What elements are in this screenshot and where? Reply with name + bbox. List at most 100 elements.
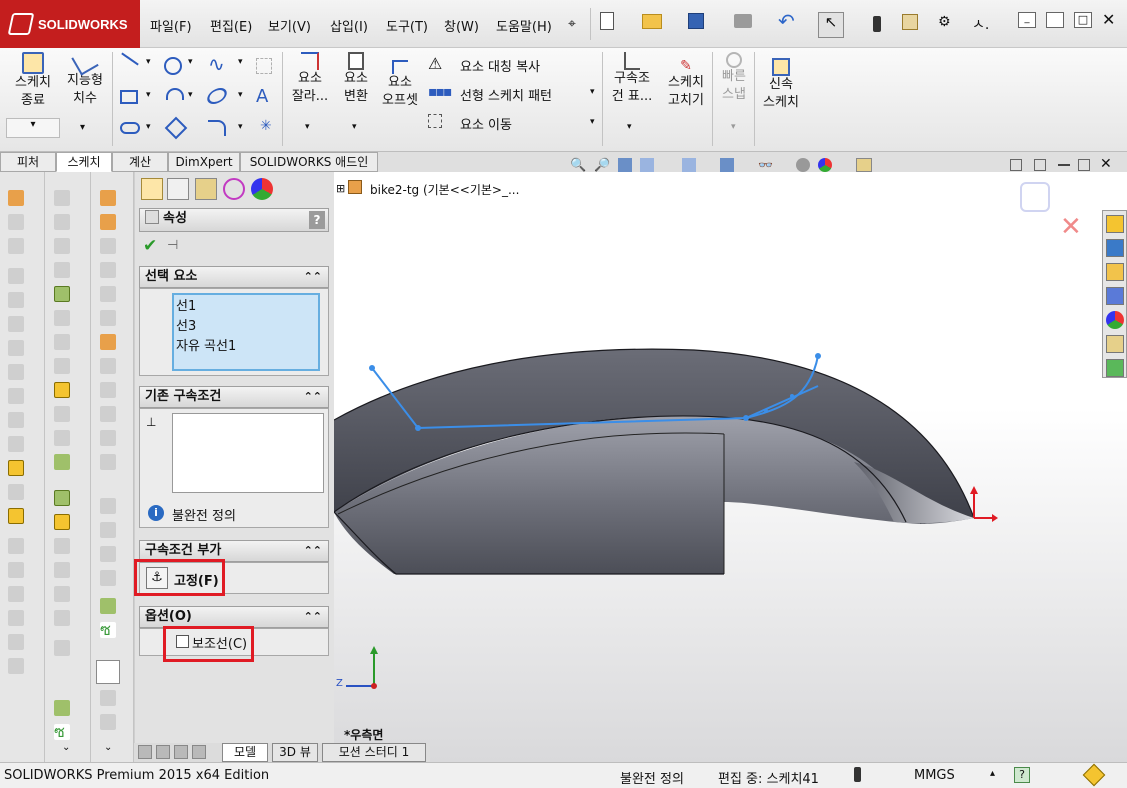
intersect-icon[interactable] bbox=[100, 498, 116, 514]
help-button[interactable]: ? bbox=[309, 211, 325, 229]
sweep-boss-icon[interactable] bbox=[100, 238, 116, 254]
instant3d-icon[interactable] bbox=[8, 562, 24, 578]
boundary-boss-icon[interactable] bbox=[100, 286, 116, 302]
cut-loft-icon[interactable] bbox=[100, 382, 116, 398]
linear-pattern-dropdown[interactable]: ▾ bbox=[590, 87, 595, 97]
list-item[interactable]: 자유 곡선1 bbox=[176, 337, 316, 357]
menu-file[interactable]: 파일(F) bbox=[150, 16, 192, 35]
cut-extrude-icon[interactable] bbox=[100, 310, 116, 326]
hole-wizard-icon[interactable] bbox=[100, 430, 116, 446]
offset-surface-icon[interactable] bbox=[54, 358, 70, 374]
boss-icon[interactable] bbox=[100, 190, 116, 206]
undo-icon[interactable]: ↶ bbox=[778, 9, 795, 33]
save-icon[interactable] bbox=[688, 13, 704, 29]
tab-evaluate[interactable]: 계산 bbox=[112, 152, 168, 172]
arc-dropdown[interactable]: ▾ bbox=[188, 90, 193, 100]
rectangle-dropdown[interactable]: ▾ bbox=[146, 90, 151, 100]
menu-view[interactable]: 보기(V) bbox=[268, 16, 311, 35]
hide-show-icon[interactable]: 👓 bbox=[758, 158, 773, 172]
close-icon[interactable]: ✕ bbox=[1102, 10, 1115, 29]
surface-fill-icon[interactable] bbox=[54, 454, 70, 470]
boundary-surface-icon[interactable] bbox=[54, 286, 70, 302]
list-item[interactable]: 선3 bbox=[176, 317, 316, 337]
fillet-dropdown[interactable]: ▾ bbox=[238, 122, 243, 132]
menu-insert[interactable]: 삽입(I) bbox=[330, 16, 368, 35]
tab-addins[interactable]: SOLIDWORKS 애드인 bbox=[240, 152, 378, 172]
extrude-icon[interactable] bbox=[8, 190, 24, 206]
tab-sketch[interactable]: 스케치 bbox=[56, 152, 112, 172]
fillet-feature-icon[interactable] bbox=[8, 340, 24, 356]
convert-dropdown[interactable]: ▾ bbox=[352, 122, 357, 132]
center-of-mass-icon[interactable] bbox=[54, 610, 70, 626]
ellipse-dropdown[interactable]: ▾ bbox=[238, 90, 243, 100]
mass-properties-icon[interactable] bbox=[8, 634, 24, 650]
menu-edit[interactable]: 편집(E) bbox=[210, 16, 252, 35]
slot-dropdown[interactable]: ▾ bbox=[146, 122, 151, 132]
knit-surface-icon[interactable] bbox=[54, 382, 70, 398]
trim-surface-icon[interactable] bbox=[54, 430, 70, 446]
line-dropdown[interactable]: ▾ bbox=[146, 57, 151, 67]
section-icon[interactable] bbox=[8, 586, 24, 602]
section-view-icon[interactable] bbox=[640, 158, 654, 172]
view-cube-button[interactable] bbox=[96, 660, 120, 684]
boundary-icon[interactable] bbox=[8, 292, 24, 308]
tab-motion-study[interactable]: 모션 스터디 1 bbox=[322, 743, 426, 762]
new-document-icon[interactable] bbox=[600, 12, 614, 30]
point-icon[interactable]: ✳ bbox=[260, 118, 272, 134]
edit-appearance-icon[interactable] bbox=[796, 158, 810, 172]
split-icon[interactable] bbox=[100, 546, 116, 562]
draft-icon[interactable] bbox=[8, 436, 24, 452]
helix-icon[interactable]: ซ bbox=[100, 622, 116, 638]
display-relations-button[interactable]: 구속조 건 표... bbox=[608, 52, 656, 106]
trim-dropdown[interactable]: ▾ bbox=[305, 122, 310, 132]
sketch-icon[interactable] bbox=[8, 460, 24, 476]
thicken-icon[interactable] bbox=[54, 406, 70, 422]
selected-entities-list[interactable]: 선1 선3 자유 곡선1 bbox=[172, 293, 320, 371]
exit-sketch-button[interactable]: 스케치 종료 bbox=[8, 52, 58, 110]
doc-tile-icon[interactable] bbox=[1010, 159, 1022, 171]
collapse-chevron-icon[interactable]: ⌃⌃ bbox=[304, 541, 322, 561]
zoom-to-fit-icon[interactable]: 🔍 bbox=[570, 158, 586, 173]
line-icon[interactable] bbox=[121, 52, 139, 66]
select-cursor-icon[interactable]: ↖ bbox=[818, 12, 844, 38]
collapse-chevron-icon[interactable]: ⌃⌃ bbox=[304, 267, 322, 287]
col2-expand-icon[interactable]: ⌄ bbox=[62, 742, 70, 753]
more-options-icon[interactable]: ㅅ. bbox=[972, 14, 989, 34]
linear-pattern-button[interactable]: 선형 스케치 패턴 bbox=[460, 85, 552, 104]
doc-tile2-icon[interactable] bbox=[1034, 159, 1046, 171]
rectangle-icon[interactable] bbox=[120, 90, 138, 104]
reference-geometry-icon[interactable] bbox=[8, 508, 24, 524]
trim-entities-button[interactable]: 요소 잘라... bbox=[290, 52, 330, 106]
zoom-area-icon[interactable]: 🔎 bbox=[594, 158, 610, 173]
restore-icon[interactable] bbox=[1046, 12, 1064, 28]
smart-dimension-dropdown[interactable]: ▾ bbox=[80, 122, 85, 133]
circle-dropdown[interactable]: ▾ bbox=[188, 57, 193, 67]
revolve-icon[interactable] bbox=[8, 214, 24, 230]
tab-scroll-last-icon[interactable] bbox=[192, 745, 206, 759]
sketch-exit-dropdown[interactable]: ▾ bbox=[6, 118, 60, 138]
cut-boundary-icon[interactable] bbox=[100, 406, 116, 422]
print-icon[interactable] bbox=[734, 14, 752, 28]
mirror-entities-button[interactable]: 요소 대칭 복사 bbox=[460, 56, 540, 75]
offset-entities-button[interactable]: 요소 오프셋 bbox=[378, 60, 422, 110]
rapid-sketch-button[interactable]: 신속 스케치 bbox=[758, 58, 804, 112]
polygon-icon[interactable] bbox=[164, 116, 188, 140]
circle-icon[interactable] bbox=[164, 57, 182, 75]
smart-dimension-button[interactable]: 지능형 치수 bbox=[62, 48, 108, 108]
loft-boss-icon[interactable] bbox=[100, 262, 116, 278]
doc-restore-icon[interactable] bbox=[1078, 159, 1090, 171]
lofted-surface-icon[interactable] bbox=[54, 262, 70, 278]
text-icon[interactable]: A bbox=[256, 86, 268, 107]
tag-icon[interactable] bbox=[1082, 763, 1106, 787]
view-orientation-icon[interactable] bbox=[682, 158, 696, 172]
rebuild-traffic-icon[interactable] bbox=[854, 767, 861, 782]
view-iso-icon[interactable] bbox=[100, 690, 116, 706]
convert-entities-button[interactable]: 요소 변환 bbox=[336, 52, 376, 106]
point-ref-icon[interactable] bbox=[54, 562, 70, 578]
extruded-surface-icon[interactable] bbox=[54, 190, 70, 206]
tab-model[interactable]: 모델 bbox=[222, 743, 268, 762]
chamfer-icon[interactable] bbox=[8, 364, 24, 380]
units-label[interactable]: MMGS bbox=[914, 768, 955, 783]
doc-minimize-icon[interactable] bbox=[1058, 164, 1070, 166]
options-header[interactable]: 옵션(O) ⌃⌃ bbox=[139, 606, 329, 628]
